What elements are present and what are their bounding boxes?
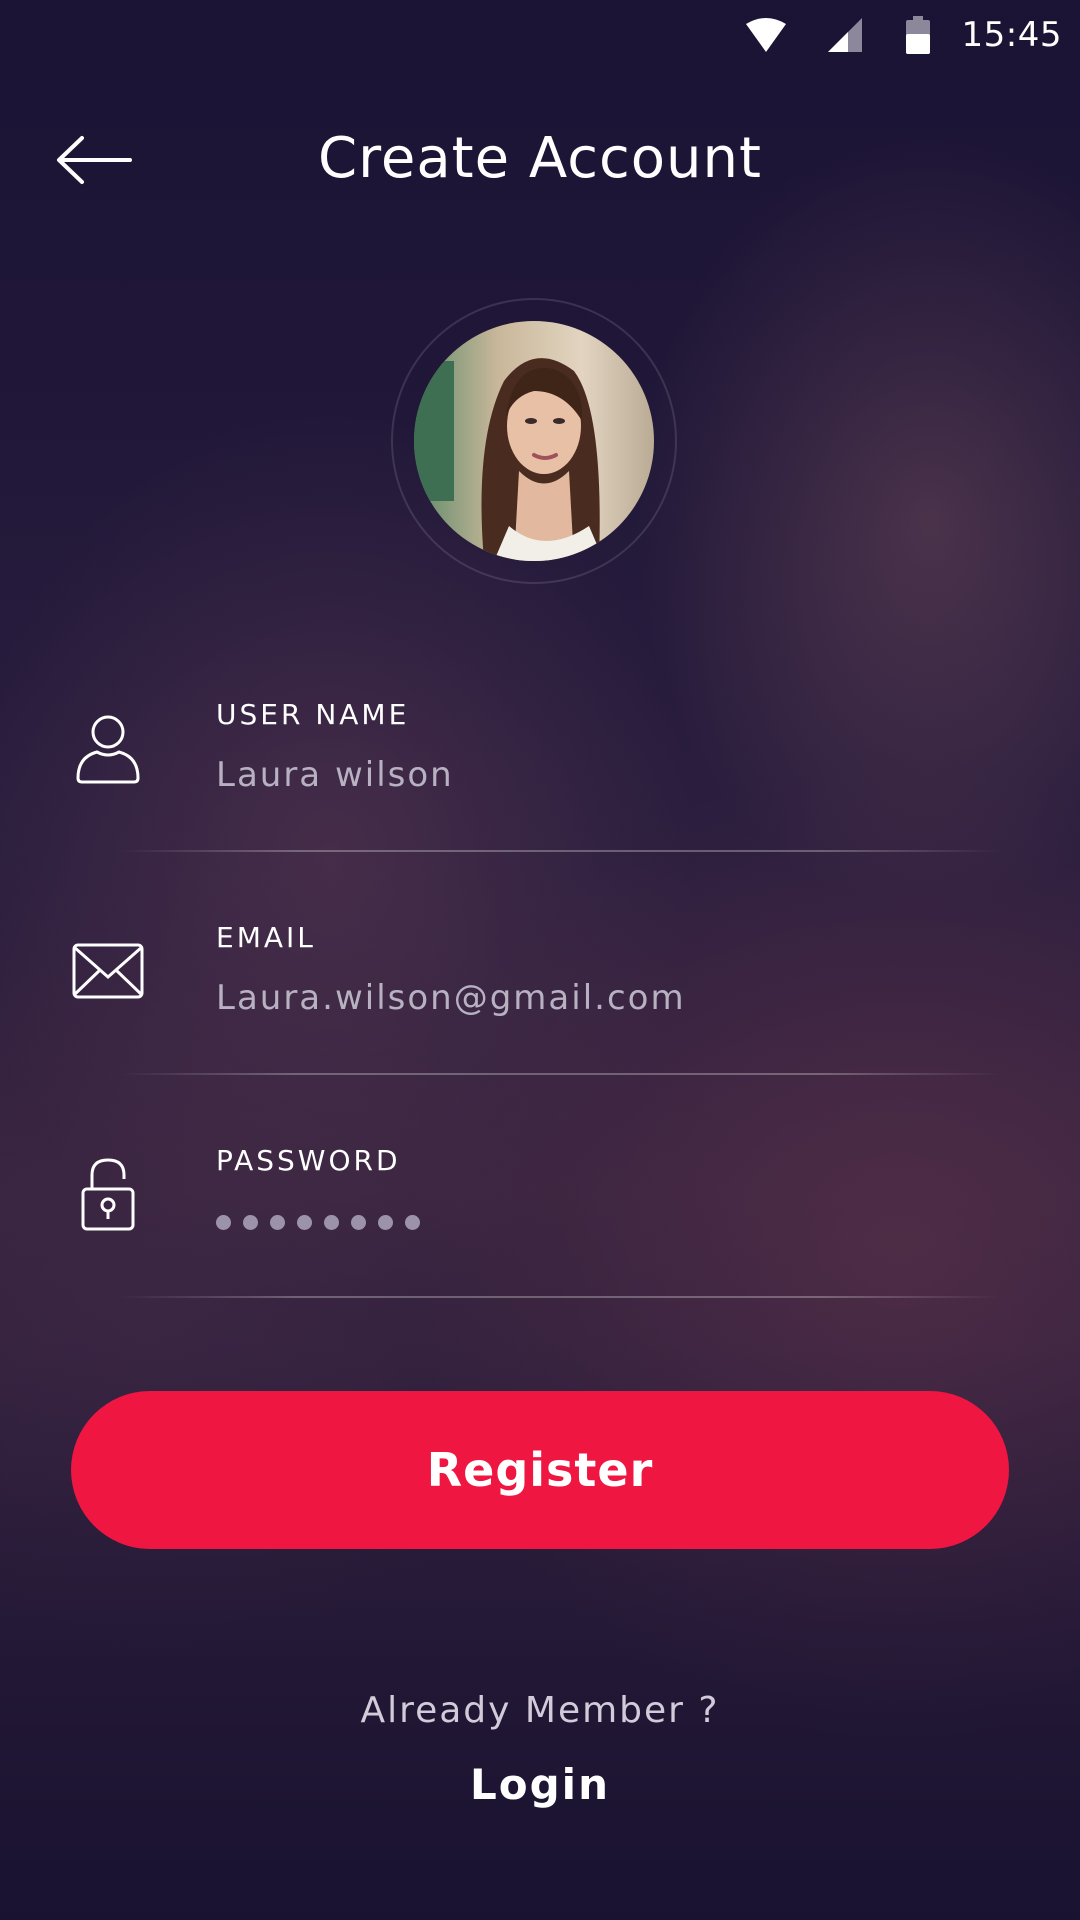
email-field[interactable]: EMAIL [70,903,1080,1125]
password-mask-dot [324,1215,339,1230]
username-label: USER NAME [216,698,410,731]
divider [120,1073,1000,1075]
divider [120,1296,1000,1298]
unlocked-padlock-icon [70,1156,146,1232]
password-input[interactable] [216,1215,420,1230]
user-icon [70,710,146,786]
username-input[interactable] [216,755,1016,795]
cell-signal-icon [827,18,862,52]
battery-icon [905,16,930,54]
password-mask-dot [297,1215,312,1230]
page-title: Create Account [318,126,762,191]
envelope-icon [70,933,146,1009]
password-mask-dot [216,1215,231,1230]
password-mask-dot [243,1215,258,1230]
register-button[interactable]: Register [71,1391,1009,1549]
password-mask-dot [405,1215,420,1230]
username-field[interactable]: USER NAME [70,680,1080,902]
status-bar: 15:45 [0,0,1080,70]
email-input[interactable] [216,978,1016,1018]
wifi-icon [745,18,786,52]
password-mask-dot [270,1215,285,1230]
already-member-text: Already Member ? [360,1690,720,1731]
password-mask-dot [351,1215,366,1230]
user-photo [414,321,654,561]
avatar [414,321,654,561]
divider [120,850,1000,852]
login-link[interactable]: Login [0,1760,1080,1809]
email-label: EMAIL [216,921,316,954]
password-label: PASSWORD [216,1144,401,1177]
header: Create Account [0,110,1080,210]
status-time: 15:45 [961,15,1062,55]
password-mask-dot [378,1215,393,1230]
password-field[interactable]: PASSWORD [70,1126,1080,1348]
avatar-picker[interactable] [391,298,677,584]
